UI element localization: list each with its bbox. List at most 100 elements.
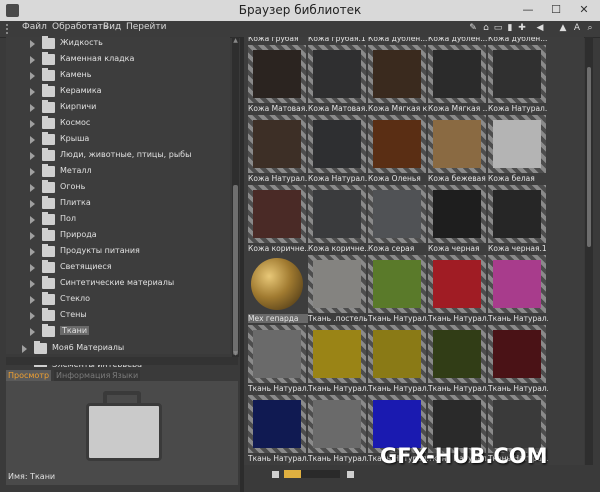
material-tile[interactable]: Мех гепарда: [248, 255, 308, 323]
maximize-button[interactable]: ☐: [544, 1, 568, 19]
tab-info[interactable]: Информация: [54, 370, 113, 381]
material-tile[interactable]: Ткань Натурал...: [488, 255, 548, 323]
expand-arrow-icon[interactable]: [30, 120, 35, 128]
expand-arrow-icon[interactable]: [30, 184, 35, 192]
expand-arrow-icon[interactable]: [30, 200, 35, 208]
folder-icon: [42, 196, 55, 209]
material-tile[interactable]: Ткань Натурал...: [368, 325, 428, 393]
bookmark-icon[interactable]: ▮: [505, 23, 515, 34]
minimize-button[interactable]: —: [516, 1, 540, 19]
expand-arrow-icon[interactable]: [22, 345, 27, 353]
material-tile[interactable]: Кожа коричне...: [248, 185, 308, 253]
tree-item[interactable]: Стекло: [6, 292, 230, 308]
tree-horizontal-scrollbar[interactable]: [6, 357, 238, 365]
material-tile[interactable]: Кожа Матовая...: [308, 45, 368, 113]
expand-arrow-icon[interactable]: [30, 88, 35, 96]
tree-item[interactable]: Крыша: [6, 132, 230, 148]
material-tile[interactable]: Ткань Натурал...: [248, 395, 308, 463]
zoom-slider[interactable]: [284, 470, 340, 478]
tab-languages[interactable]: Языки: [110, 370, 141, 381]
material-tile[interactable]: Кожа бежевая: [428, 115, 486, 183]
material-tile[interactable]: Кожа черная.1: [488, 185, 547, 253]
material-tile[interactable]: Ткань Натурал...: [428, 255, 488, 323]
expand-arrow-icon[interactable]: [30, 40, 35, 48]
tree-item[interactable]: Жидкость: [6, 36, 230, 52]
folder-icon[interactable]: ▭: [493, 23, 503, 34]
tree-item[interactable]: Продукты питания: [6, 244, 230, 260]
search-icon[interactable]: ⌕: [585, 23, 595, 34]
expand-arrow-icon[interactable]: [30, 264, 35, 272]
tree-item-label: Кирпичи: [60, 102, 97, 111]
tree-item[interactable]: Огонь: [6, 180, 230, 196]
material-tile[interactable]: Ткань Натурал...: [248, 325, 308, 393]
tree-scroll-thumb[interactable]: [233, 185, 238, 355]
large-thumb-icon[interactable]: [347, 471, 354, 478]
expand-arrow-icon[interactable]: [30, 72, 35, 80]
tree-item[interactable]: Светящиеся: [6, 260, 230, 276]
expand-arrow-icon[interactable]: [30, 232, 35, 240]
expand-arrow-icon[interactable]: [30, 328, 35, 336]
tab-preview[interactable]: Просмотр: [6, 370, 52, 381]
material-tile[interactable]: Кожа черная: [428, 185, 486, 253]
menu-view[interactable]: Вид: [103, 22, 121, 32]
expand-arrow-icon[interactable]: [30, 248, 35, 256]
grid-scrollbar[interactable]: [585, 37, 593, 465]
expand-arrow-icon[interactable]: [30, 312, 35, 320]
material-tile[interactable]: Кожа Мягкая к...: [368, 45, 428, 113]
expand-arrow-icon[interactable]: [30, 216, 35, 224]
menu-go[interactable]: Перейти: [126, 22, 167, 32]
material-tile[interactable]: Кожа Оленья: [368, 115, 426, 183]
material-tile[interactable]: Кожа белая: [488, 115, 546, 183]
expand-arrow-icon[interactable]: [30, 104, 35, 112]
edit-icon[interactable]: ✎: [468, 23, 478, 34]
expand-arrow-icon[interactable]: [30, 168, 35, 176]
menu-file[interactable]: Файл: [22, 22, 47, 32]
grid-scroll-thumb[interactable]: [587, 67, 591, 247]
expand-arrow-icon[interactable]: [30, 280, 35, 288]
tree-item[interactable]: Природа: [6, 228, 230, 244]
tree-item[interactable]: Ткани: [6, 324, 230, 340]
tree-item[interactable]: Камень: [6, 68, 230, 84]
menu-process[interactable]: Обработать: [52, 22, 108, 32]
tree-item[interactable]: Каменная кладка: [6, 52, 230, 68]
back-arrow-icon[interactable]: ◀: [535, 23, 545, 34]
tree-item-parent[interactable]: Moя6 Материалы: [6, 341, 230, 357]
tree-item[interactable]: Люди, животные, птицы, рыбы: [6, 148, 230, 164]
home-icon[interactable]: ⌂: [481, 23, 491, 34]
scroll-down-icon[interactable]: ▼: [232, 350, 239, 357]
material-tile[interactable]: Ткань .постель...: [308, 255, 368, 323]
material-tile[interactable]: Ткань Натурал...: [428, 325, 488, 393]
expand-arrow-icon[interactable]: [30, 296, 35, 304]
material-tile[interactable]: Кожа Натурал...: [308, 115, 368, 183]
tree-item[interactable]: Керамика: [6, 84, 230, 100]
material-tile[interactable]: Ткань Натурал...: [308, 325, 368, 393]
pin-icon[interactable]: ✚: [517, 23, 527, 34]
tree-scrollbar[interactable]: ▲ ▼: [232, 37, 239, 357]
small-thumb-icon[interactable]: [272, 471, 279, 478]
up-arrow-icon[interactable]: ▲: [558, 23, 568, 34]
tree-item[interactable]: Кирпичи: [6, 100, 230, 116]
tree-item[interactable]: Плитка: [6, 196, 230, 212]
tree-item[interactable]: Космос: [6, 116, 230, 132]
expand-arrow-icon[interactable]: [30, 56, 35, 64]
material-tile[interactable]: Кожа коричне...: [308, 185, 368, 253]
tree-item[interactable]: Синтетические материалы: [6, 276, 230, 292]
close-button[interactable]: ✕: [572, 1, 596, 19]
expand-arrow-icon[interactable]: [30, 152, 35, 160]
scroll-up-icon[interactable]: ▲: [232, 37, 239, 44]
material-tile[interactable]: Кожа Натурал...: [488, 45, 548, 113]
material-tile[interactable]: Ткань Натурал...: [308, 395, 368, 463]
folder-icon: [42, 52, 55, 65]
tree-item[interactable]: Стены: [6, 308, 230, 324]
status-bar: [244, 465, 600, 492]
material-tile[interactable]: Ткань Натурал...: [368, 255, 428, 323]
tree-item[interactable]: Металл: [6, 164, 230, 180]
material-tile[interactable]: Кожа Натурал...: [248, 115, 308, 183]
material-tile[interactable]: Кожа Мягкая ...: [428, 45, 488, 113]
tree-item[interactable]: Пол: [6, 212, 230, 228]
expand-arrow-icon[interactable]: [30, 136, 35, 144]
material-tile[interactable]: Кожа Матовая...: [248, 45, 308, 113]
material-tile[interactable]: Кожа серая: [368, 185, 426, 253]
text-icon[interactable]: A: [572, 23, 582, 34]
material-tile[interactable]: Ткань Натурал...: [488, 325, 548, 393]
